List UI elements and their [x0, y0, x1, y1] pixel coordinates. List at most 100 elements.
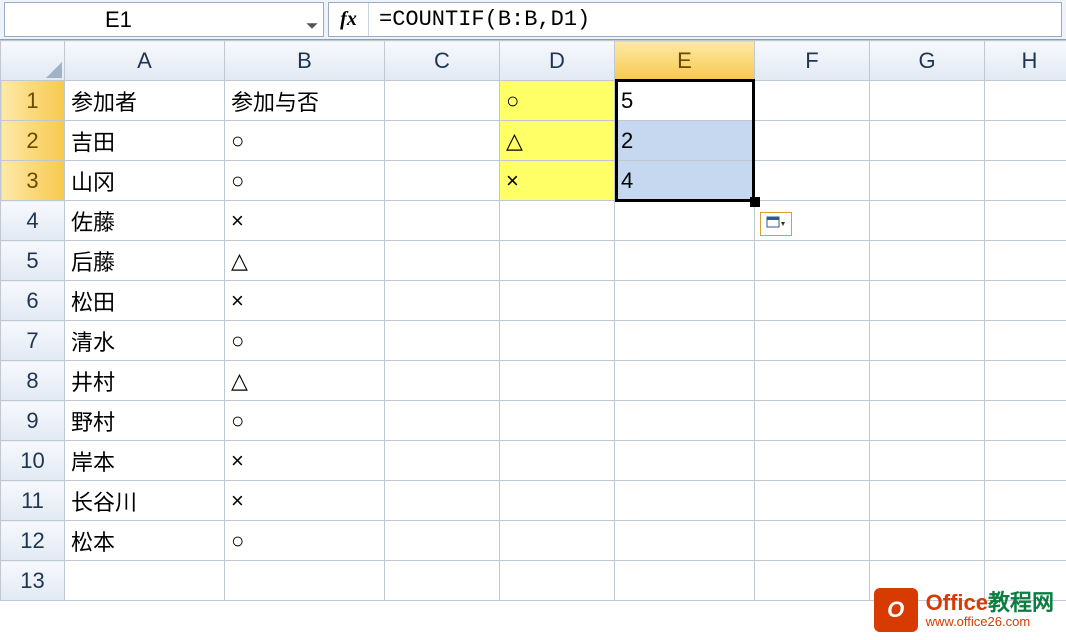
cell-H2[interactable]	[985, 121, 1066, 161]
cell-D8[interactable]	[500, 361, 615, 401]
cell-G9[interactable]	[870, 401, 985, 441]
cell-E13[interactable]	[615, 561, 755, 601]
cell-A11[interactable]: 长谷川	[65, 481, 225, 521]
cell-G6[interactable]	[870, 281, 985, 321]
cell-C1[interactable]	[385, 81, 500, 121]
cell-F5[interactable]	[755, 241, 870, 281]
cell-G5[interactable]	[870, 241, 985, 281]
col-header-C[interactable]: C	[385, 41, 500, 81]
row-header-11[interactable]: 11	[1, 481, 65, 521]
cell-D7[interactable]	[500, 321, 615, 361]
row-header-5[interactable]: 5	[1, 241, 65, 281]
cell-B1[interactable]: 参加与否	[225, 81, 385, 121]
cell-A3[interactable]: 山冈	[65, 161, 225, 201]
formula-bar[interactable]: fx =COUNTIF(B:B,D1)	[328, 2, 1062, 37]
row-header-1[interactable]: 1	[1, 81, 65, 121]
cell-G8[interactable]	[870, 361, 985, 401]
cell-F6[interactable]	[755, 281, 870, 321]
cell-G2[interactable]	[870, 121, 985, 161]
row-header-4[interactable]: 4	[1, 201, 65, 241]
cell-B7[interactable]: ○	[225, 321, 385, 361]
cell-E5[interactable]	[615, 241, 755, 281]
cell-E12[interactable]	[615, 521, 755, 561]
cell-B10[interactable]: ×	[225, 441, 385, 481]
cell-C2[interactable]	[385, 121, 500, 161]
row-header-8[interactable]: 8	[1, 361, 65, 401]
cell-A8[interactable]: 井村	[65, 361, 225, 401]
col-header-D[interactable]: D	[500, 41, 615, 81]
cell-H9[interactable]	[985, 401, 1066, 441]
cell-H3[interactable]	[985, 161, 1066, 201]
cell-B6[interactable]: ×	[225, 281, 385, 321]
cell-H10[interactable]	[985, 441, 1066, 481]
col-header-B[interactable]: B	[225, 41, 385, 81]
cell-A5[interactable]: 后藤	[65, 241, 225, 281]
cell-C7[interactable]	[385, 321, 500, 361]
cell-D5[interactable]	[500, 241, 615, 281]
col-header-F[interactable]: F	[755, 41, 870, 81]
cell-E10[interactable]	[615, 441, 755, 481]
cell-D1[interactable]: ○	[500, 81, 615, 121]
cell-A1[interactable]: 参加者	[65, 81, 225, 121]
cell-E7[interactable]	[615, 321, 755, 361]
cell-G12[interactable]	[870, 521, 985, 561]
cell-G7[interactable]	[870, 321, 985, 361]
cell-A13[interactable]	[65, 561, 225, 601]
cell-H11[interactable]	[985, 481, 1066, 521]
col-header-G[interactable]: G	[870, 41, 985, 81]
cell-A2[interactable]: 吉田	[65, 121, 225, 161]
cell-F3[interactable]	[755, 161, 870, 201]
cell-A9[interactable]: 野村	[65, 401, 225, 441]
cell-D11[interactable]	[500, 481, 615, 521]
cell-A12[interactable]: 松本	[65, 521, 225, 561]
cell-D12[interactable]	[500, 521, 615, 561]
cell-E6[interactable]	[615, 281, 755, 321]
cell-F1[interactable]	[755, 81, 870, 121]
cell-F10[interactable]	[755, 441, 870, 481]
cell-F7[interactable]	[755, 321, 870, 361]
fx-icon[interactable]: fx	[329, 3, 369, 36]
cell-F2[interactable]	[755, 121, 870, 161]
row-header-10[interactable]: 10	[1, 441, 65, 481]
cell-A6[interactable]: 松田	[65, 281, 225, 321]
cell-B5[interactable]: △	[225, 241, 385, 281]
cell-D2[interactable]: △	[500, 121, 615, 161]
cell-F12[interactable]	[755, 521, 870, 561]
cell-C6[interactable]	[385, 281, 500, 321]
cell-F9[interactable]	[755, 401, 870, 441]
cell-F13[interactable]	[755, 561, 870, 601]
cell-H8[interactable]	[985, 361, 1066, 401]
select-all-corner[interactable]	[1, 41, 65, 81]
cell-H5[interactable]	[985, 241, 1066, 281]
cell-D10[interactable]	[500, 441, 615, 481]
col-header-A[interactable]: A	[65, 41, 225, 81]
cell-E11[interactable]	[615, 481, 755, 521]
cell-C3[interactable]	[385, 161, 500, 201]
cell-C4[interactable]	[385, 201, 500, 241]
cell-C10[interactable]	[385, 441, 500, 481]
cell-B11[interactable]: ×	[225, 481, 385, 521]
chevron-down-icon[interactable]	[305, 13, 319, 27]
row-header-7[interactable]: 7	[1, 321, 65, 361]
cell-E8[interactable]	[615, 361, 755, 401]
cell-G4[interactable]	[870, 201, 985, 241]
row-header-6[interactable]: 6	[1, 281, 65, 321]
cell-C5[interactable]	[385, 241, 500, 281]
cell-C9[interactable]	[385, 401, 500, 441]
cell-H4[interactable]	[985, 201, 1066, 241]
cell-D9[interactable]	[500, 401, 615, 441]
cell-D13[interactable]	[500, 561, 615, 601]
cell-C8[interactable]	[385, 361, 500, 401]
cell-B8[interactable]: △	[225, 361, 385, 401]
cell-D6[interactable]	[500, 281, 615, 321]
row-header-2[interactable]: 2	[1, 121, 65, 161]
cell-A10[interactable]: 岸本	[65, 441, 225, 481]
cell-H7[interactable]	[985, 321, 1066, 361]
col-header-E[interactable]: E	[615, 41, 755, 81]
cell-B3[interactable]: ○	[225, 161, 385, 201]
spreadsheet-grid[interactable]: A B C D E F G H 1 参加者 参加与否 ○ 5	[0, 40, 1066, 601]
cell-F11[interactable]	[755, 481, 870, 521]
row-header-13[interactable]: 13	[1, 561, 65, 601]
cell-G1[interactable]	[870, 81, 985, 121]
cell-H1[interactable]	[985, 81, 1066, 121]
